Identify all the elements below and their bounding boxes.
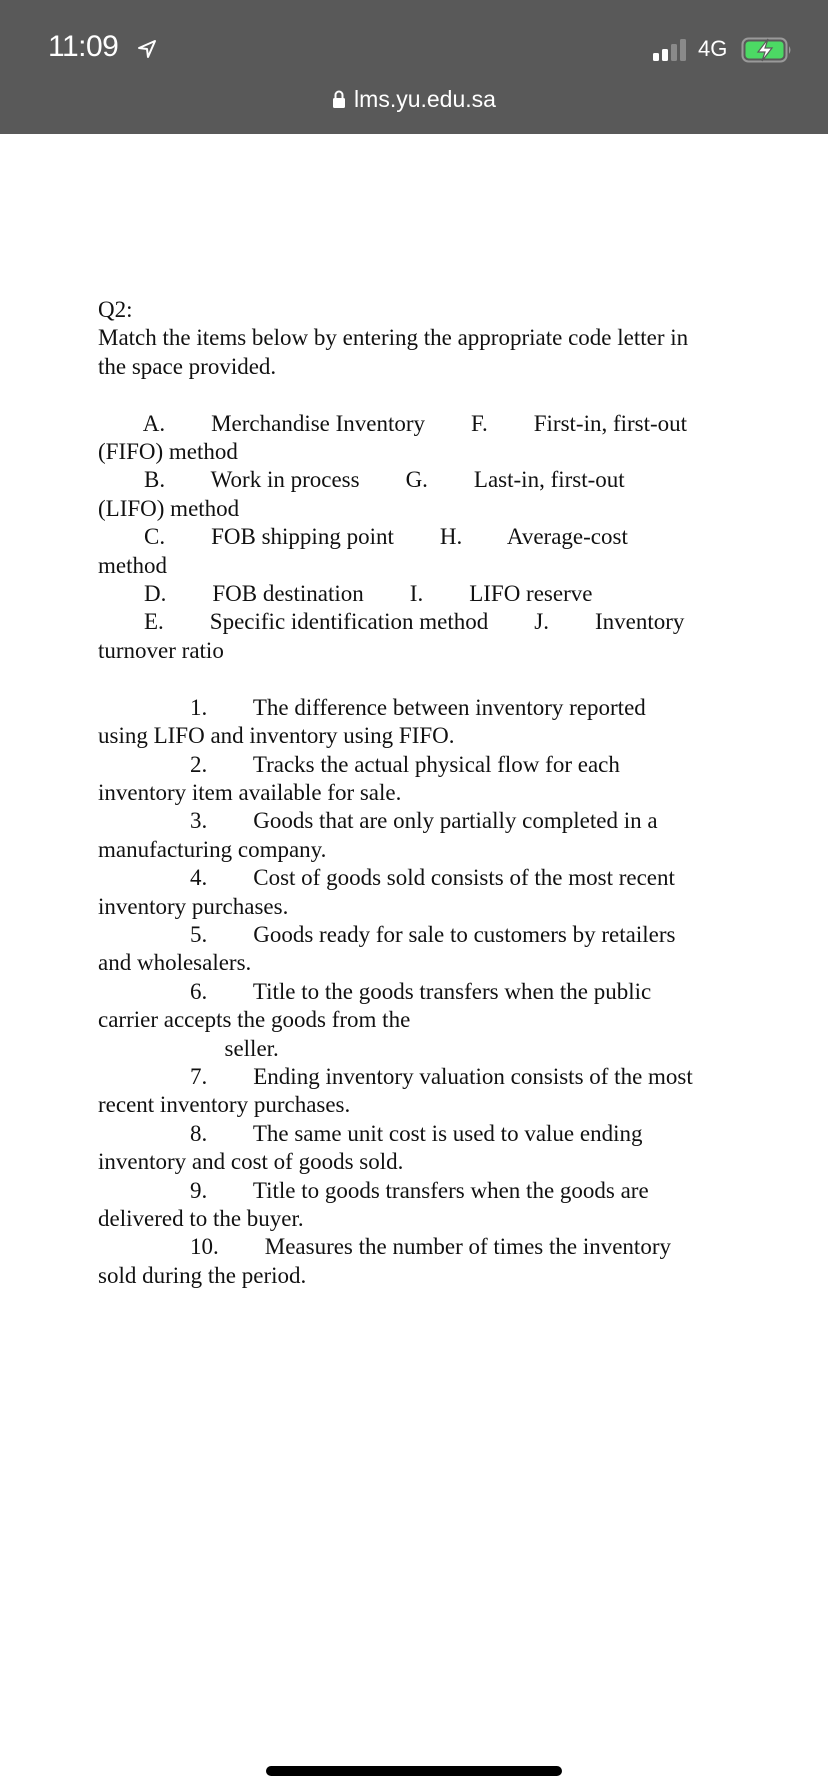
document-line: 1. The difference between inventory repo… xyxy=(98,694,646,720)
document-line: 5. Goods ready for sale to customers by … xyxy=(98,921,676,947)
url-bar[interactable]: lms.yu.edu.sa xyxy=(0,86,828,113)
document-line: Match the items below by entering the ap… xyxy=(98,325,689,351)
document-line: delivered to the buyer. xyxy=(98,1206,304,1231)
document-line: inventory and cost of goods sold. xyxy=(98,1149,404,1175)
document-line: (LIFO) method xyxy=(98,495,240,521)
document-line: C. FOB shipping point H. Average-cost xyxy=(98,524,628,550)
status-and-url-bar: 11:09 4G lms.yu.edu.sa xyxy=(0,0,828,134)
home-indicator[interactable] xyxy=(266,1766,562,1776)
document-line: carrier accepts the goods from the xyxy=(98,1007,411,1033)
document-line: manufacturing company. xyxy=(98,836,327,862)
document-line: D. FOB destination I. LIFO reserve xyxy=(98,581,593,607)
document-line: sold during the period. xyxy=(98,1262,307,1288)
document-line: using LIFO and inventory using FIFO. xyxy=(98,723,455,749)
document-line: 7. Ending inventory valuation consists o… xyxy=(98,1063,693,1089)
document-line: A. Merchandise Inventory F. First-in, fi… xyxy=(98,410,688,436)
lock-icon xyxy=(333,90,346,108)
url-text: lms.yu.edu.sa xyxy=(354,86,496,112)
document-line: 8. The same unit cost is used to value e… xyxy=(98,1120,643,1146)
document-line: recent inventory purchases. xyxy=(98,1092,351,1118)
cellular-signal-icon xyxy=(653,39,686,61)
document-line: 9. Title to goods transfers when the goo… xyxy=(98,1177,649,1203)
document-line: seller. xyxy=(98,1035,279,1061)
document-line: inventory purchases. xyxy=(98,893,289,919)
document-line: turnover ratio xyxy=(98,637,224,663)
document-line: and wholesalers. xyxy=(98,950,252,976)
network-type: 4G xyxy=(698,36,728,61)
document-line: 3. Goods that are only partially complet… xyxy=(98,808,658,834)
document-line: method xyxy=(98,552,167,578)
document-line: (FIFO) method xyxy=(98,439,238,465)
battery-charging-icon xyxy=(741,37,791,63)
document-line: 6. Title to the goods transfers when the… xyxy=(98,978,652,1004)
document-line: 4. Cost of goods sold consists of the mo… xyxy=(98,865,675,891)
location-arrow-icon xyxy=(138,40,156,58)
document-line: E. Specific identification method J. Inv… xyxy=(98,609,685,635)
document-line: B. Work in process G. Last-in, first-out xyxy=(98,467,625,493)
document-content: Q2: Match the items below by entering the… xyxy=(98,296,738,1290)
document-line: the space provided. xyxy=(98,353,277,379)
document-line: Q2: xyxy=(98,297,133,322)
document-line: 10. Measures the number of times the inv… xyxy=(98,1234,671,1260)
document-line: inventory item available for sale. xyxy=(98,779,402,805)
status-time: 11:09 xyxy=(48,30,119,63)
document-line: 2. Tracks the actual physical flow for e… xyxy=(98,751,620,777)
